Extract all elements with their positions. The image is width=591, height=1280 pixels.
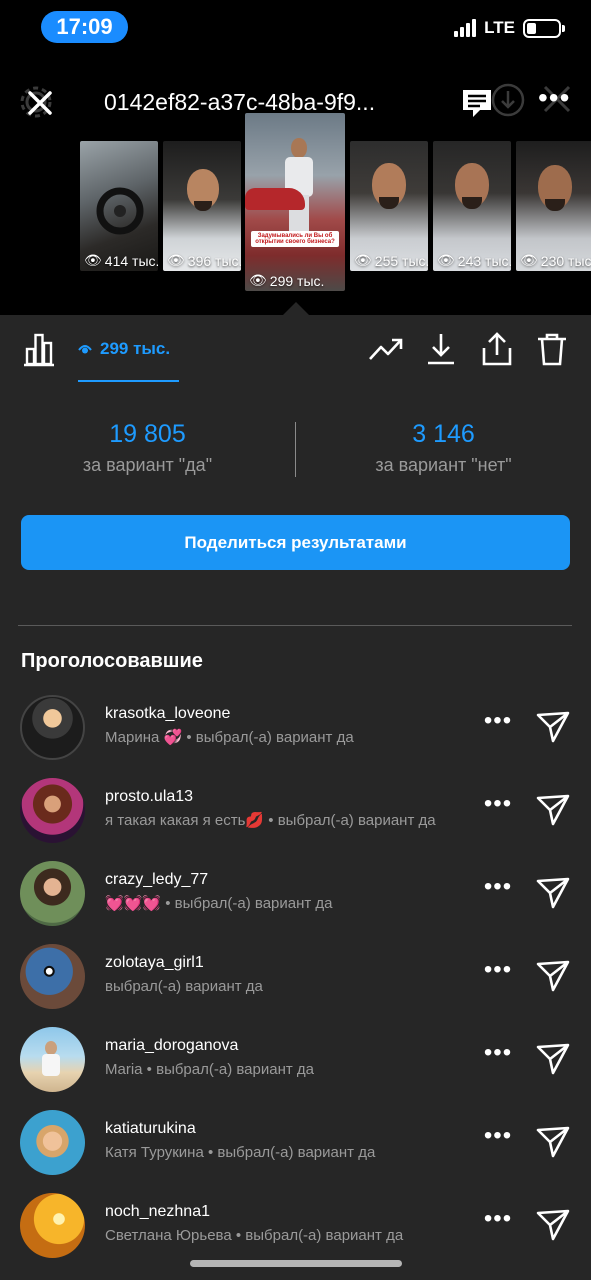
views-tab[interactable]: 299 тыс. bbox=[78, 339, 170, 359]
avatar[interactable] bbox=[20, 1193, 85, 1258]
voter-username[interactable]: prosto.ula13 bbox=[105, 788, 193, 806]
story-viewer-header: 17:09 LTE 0142ef82-a37c-48ba-9f9... ••• … bbox=[0, 0, 591, 315]
home-indicator[interactable] bbox=[190, 1260, 402, 1267]
thumbnail-views: 👁 396 тыс. bbox=[167, 252, 241, 269]
voter-subtitle: я такая какая я есть💋 • выбрал(-а) вариа… bbox=[105, 812, 436, 829]
status-time: 17:09 bbox=[41, 11, 128, 43]
views-tab-indicator bbox=[78, 380, 179, 382]
more-icon[interactable]: ••• bbox=[538, 84, 569, 116]
insights-toolbar: 299 тыс. bbox=[0, 315, 591, 385]
voter-subtitle: выбрал(-а) вариант да bbox=[105, 978, 263, 995]
send-icon[interactable] bbox=[535, 958, 571, 994]
voter-subtitle: 💓💓💓 • выбрал(-а) вариант да bbox=[105, 895, 333, 912]
battery-icon bbox=[523, 18, 565, 38]
send-icon[interactable] bbox=[535, 1124, 571, 1160]
avatar[interactable] bbox=[20, 778, 85, 843]
more-icon[interactable]: ••• bbox=[483, 1207, 513, 1239]
yes-label: за вариант "да" bbox=[82, 455, 213, 475]
thumbnail-views: 👁 230 тыс. bbox=[520, 252, 591, 269]
divider bbox=[18, 625, 572, 626]
beard bbox=[462, 197, 482, 209]
voter-username[interactable]: zolotaya_girl1 bbox=[105, 954, 204, 972]
voter-subtitle: Maria • выбрал(-а) вариант да bbox=[105, 1061, 314, 1078]
network-label: LTE bbox=[484, 18, 515, 37]
steering-wheel-icon bbox=[96, 187, 144, 235]
voter-row[interactable]: crazy_ledy_77 💓💓💓 • выбрал(-а) вариант д… bbox=[0, 861, 591, 941]
beard bbox=[379, 197, 399, 209]
eye-icon: 👁 bbox=[437, 252, 455, 268]
voter-row[interactable]: prosto.ula13 я такая какая я есть💋 • выб… bbox=[0, 778, 591, 858]
signal-icon bbox=[454, 19, 477, 37]
avatar[interactable] bbox=[20, 861, 85, 926]
more-icon[interactable]: ••• bbox=[483, 1124, 513, 1156]
voter-username[interactable]: maria_doroganova bbox=[105, 1037, 238, 1055]
eye-icon: 👁 bbox=[84, 252, 102, 268]
more-icon[interactable]: ••• bbox=[483, 709, 513, 741]
more-icon[interactable]: ••• bbox=[483, 792, 513, 824]
thumbnail-views: 👁 299 тыс. bbox=[249, 272, 325, 289]
trash-icon[interactable] bbox=[534, 331, 570, 367]
story-thumbnail[interactable]: 👁 243 тыс. bbox=[433, 141, 511, 271]
download-icon[interactable] bbox=[423, 331, 459, 367]
avatar[interactable] bbox=[20, 944, 85, 1009]
voter-row[interactable]: katiaturukina Катя Турукина • выбрал(-а)… bbox=[0, 1110, 591, 1190]
voter-username[interactable]: krasotka_loveone bbox=[105, 705, 230, 723]
selected-pointer bbox=[283, 302, 309, 315]
send-icon[interactable] bbox=[535, 875, 571, 911]
more-icon[interactable]: ••• bbox=[483, 958, 513, 990]
eye-icon: 👁 bbox=[354, 252, 372, 268]
voter-subtitle: Светлана Юрьева • выбрал(-а) вариант да bbox=[105, 1227, 404, 1244]
story-thumbnail[interactable]: 👁 230 тыс. bbox=[516, 141, 591, 271]
send-icon[interactable] bbox=[535, 709, 571, 745]
avatar[interactable] bbox=[20, 1110, 85, 1175]
voter-username[interactable]: katiaturukina bbox=[105, 1120, 196, 1138]
voter-row[interactable]: zolotaya_girl1 выбрал(-а) вариант да ••• bbox=[0, 944, 591, 1024]
story-thumbnail-selected[interactable]: Задумывались ли Вы об открытии своего би… bbox=[245, 113, 345, 291]
share-results-button[interactable]: Поделиться результатами bbox=[21, 515, 570, 570]
red-car bbox=[245, 188, 305, 210]
person-face bbox=[291, 138, 307, 158]
avatar[interactable] bbox=[20, 695, 85, 760]
send-icon[interactable] bbox=[535, 1041, 571, 1077]
voters-title: Проголосовавшие bbox=[21, 650, 203, 672]
story-thumbnails: 👁 414 тыс. 👁 396 тыс. Задумывались ли Вы о… bbox=[0, 113, 591, 293]
more-icon[interactable]: ••• bbox=[483, 1041, 513, 1073]
stats-divider bbox=[295, 422, 296, 477]
story-caption: Задумывались ли Вы об открытии своего би… bbox=[251, 231, 339, 247]
no-label: за вариант "нет" bbox=[375, 455, 512, 475]
story-title: 0142ef82-a37c-48ba-9f9... bbox=[104, 89, 376, 115]
no-count: 3 146 bbox=[412, 420, 475, 448]
voter-subtitle: Марина 💞 • выбрал(-а) вариант да bbox=[105, 729, 354, 746]
poll-no-result: 3 146 за вариант "нет" bbox=[296, 420, 591, 476]
eye-icon: 👁 bbox=[249, 272, 267, 288]
yes-count: 19 805 bbox=[109, 420, 186, 448]
story-thumbnail[interactable]: 👁 414 тыс. bbox=[80, 141, 158, 271]
voter-row[interactable]: maria_doroganova Maria • выбрал(-а) вари… bbox=[0, 1027, 591, 1107]
eye-icon: 👁 bbox=[167, 252, 185, 268]
send-icon[interactable] bbox=[535, 792, 571, 828]
story-thumbnail[interactable]: 👁 396 тыс. bbox=[163, 141, 241, 271]
voter-username[interactable]: crazy_ledy_77 bbox=[105, 871, 208, 889]
voter-subtitle: Катя Турукина • выбрал(-а) вариант да bbox=[105, 1144, 376, 1161]
story-thumbnail[interactable]: 👁 255 тыс. bbox=[350, 141, 428, 271]
trending-icon[interactable] bbox=[368, 331, 404, 367]
stats-icon[interactable] bbox=[21, 331, 57, 367]
thumbnail-views: 👁 414 тыс. bbox=[84, 252, 158, 269]
thumbnail-views: 👁 255 тыс. bbox=[354, 252, 428, 269]
thumbnail-views: 👁 243 тыс. bbox=[437, 252, 511, 269]
avatar[interactable] bbox=[20, 1027, 85, 1092]
eye-icon bbox=[78, 345, 92, 354]
share-icon[interactable] bbox=[479, 331, 515, 367]
eye-icon: 👁 bbox=[520, 252, 538, 268]
beard bbox=[194, 201, 212, 211]
views-count: 299 тыс. bbox=[100, 339, 171, 358]
poll-yes-result: 19 805 за вариант "да" bbox=[0, 420, 295, 476]
send-icon[interactable] bbox=[535, 1207, 571, 1243]
more-icon[interactable]: ••• bbox=[483, 875, 513, 907]
voter-row[interactable]: krasotka_loveone Марина 💞 • выбрал(-а) в… bbox=[0, 695, 591, 775]
beard bbox=[545, 199, 565, 211]
status-indicators: LTE bbox=[454, 18, 565, 38]
voter-username[interactable]: noch_nezhna1 bbox=[105, 1203, 210, 1221]
